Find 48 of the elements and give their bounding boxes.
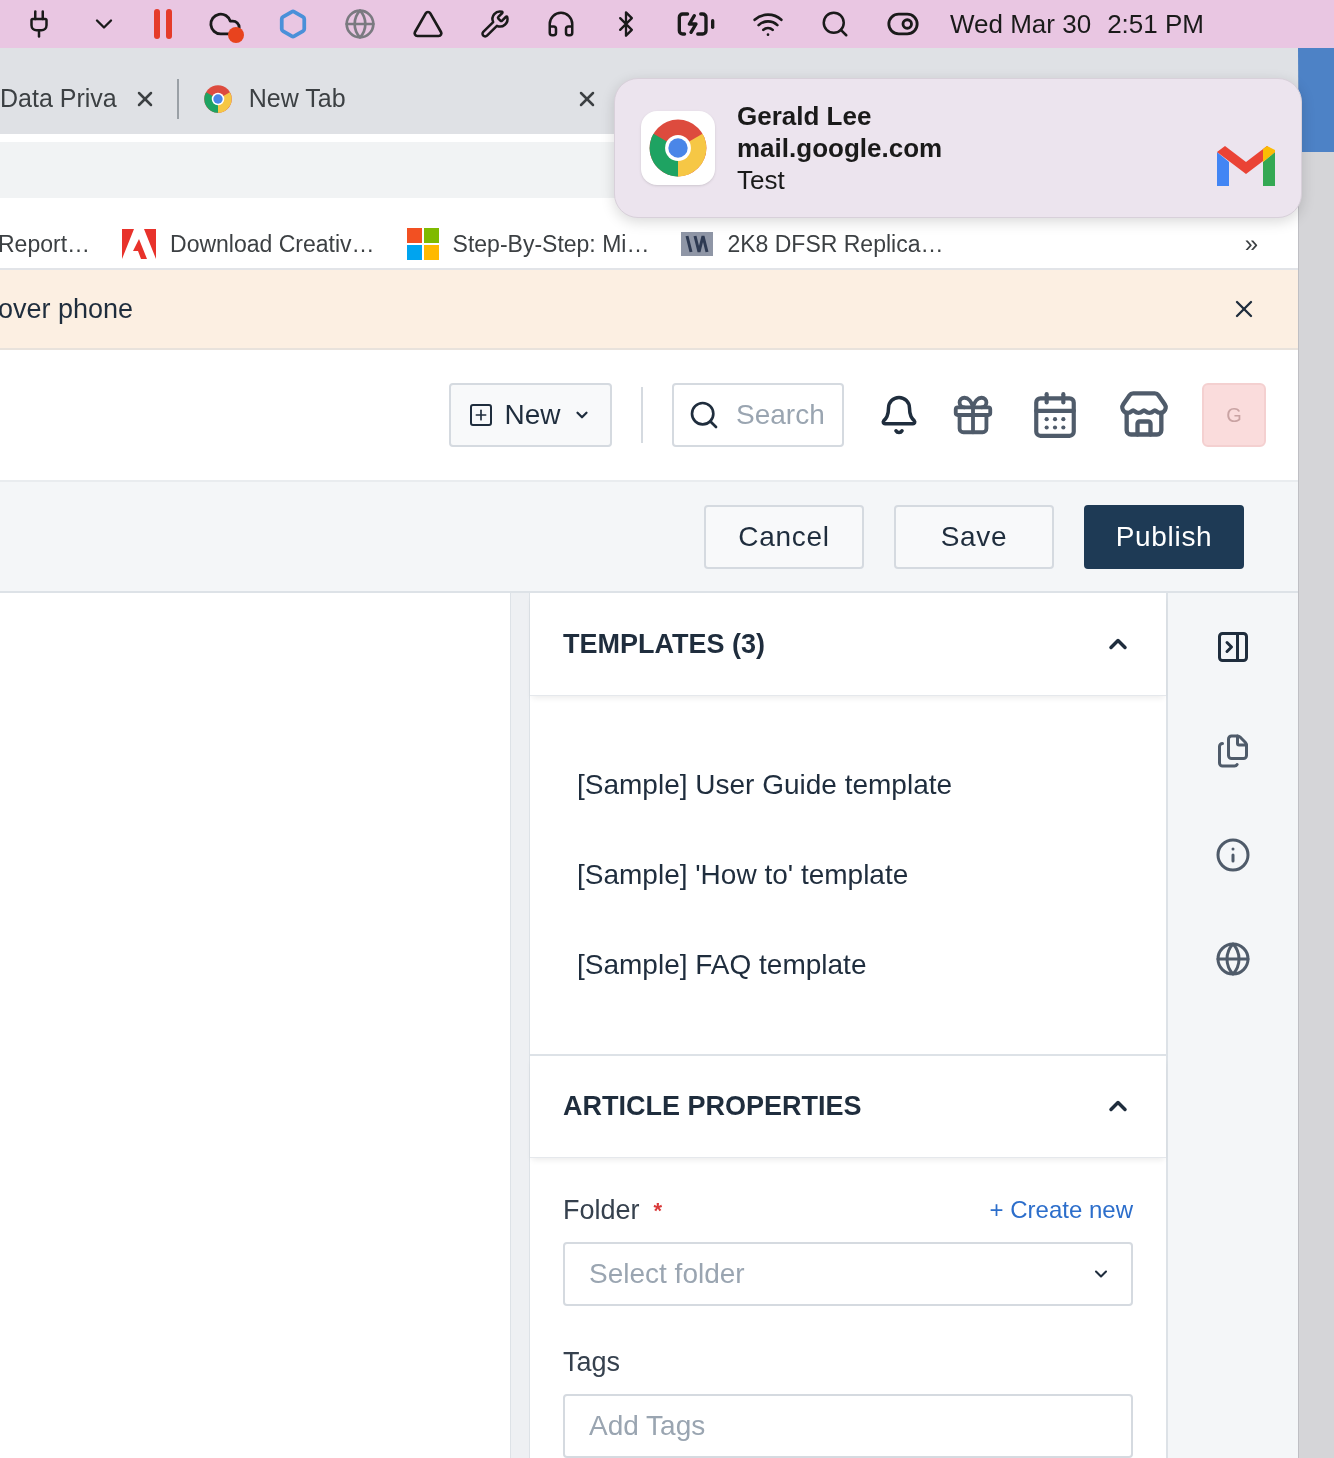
collapse-panel-icon[interactable] — [1215, 629, 1251, 665]
notification-title: Gerald Lee — [737, 100, 873, 132]
section-title: ARTICLE PROPERTIES — [563, 1090, 862, 1123]
section-header[interactable]: ARTICLE PROPERTIES — [530, 1055, 1166, 1158]
globe-icon[interactable] — [344, 8, 376, 40]
required-mark: * — [653, 1196, 663, 1225]
headphones-icon[interactable] — [546, 9, 576, 39]
publish-button[interactable]: Publish — [1084, 504, 1244, 569]
field-label: Tags — [563, 1345, 621, 1379]
search-icon — [688, 399, 720, 431]
new-button[interactable]: New — [449, 383, 612, 447]
search-field[interactable]: Search — [672, 383, 844, 447]
chrome-icon — [202, 84, 233, 114]
wrench-icon[interactable] — [480, 9, 510, 39]
pause-icon[interactable] — [154, 9, 172, 39]
browser-tab[interactable]: Data Priva — [0, 67, 177, 131]
search-icon[interactable] — [820, 9, 850, 39]
bookmark[interactable]: Step-By-Step: Mi… — [406, 226, 650, 262]
create-new-link[interactable]: + Create new — [989, 1192, 1133, 1228]
tags-field[interactable]: Add Tags — [563, 1394, 1133, 1458]
adobe-icon — [122, 229, 157, 259]
bookmark[interactable]: 2K8 DFSR Replica… — [681, 226, 944, 262]
bookmark[interactable]: Report… — [0, 226, 91, 262]
banner-text: over phone — [0, 292, 134, 326]
template-item[interactable]: [Sample] User Guide template — [577, 739, 1166, 830]
bookmark[interactable]: Download Creativ… — [122, 226, 375, 262]
bookmarks-overflow-button[interactable]: » — [1244, 226, 1258, 262]
browser-tab[interactable]: New Tab — [178, 67, 609, 131]
notification[interactable]: Gerald Lee mail.google.com Test — [614, 78, 1302, 218]
field-label: Folder — [563, 1193, 640, 1227]
globe-icon[interactable] — [1215, 941, 1251, 977]
notification-source: mail.google.com — [737, 132, 944, 164]
windows-icon — [406, 228, 439, 260]
favicon-icon — [681, 232, 714, 256]
template-item[interactable]: [Sample] FAQ template — [577, 919, 1166, 1010]
info-icon[interactable] — [1215, 837, 1251, 873]
menu-bar-time[interactable]: 2:51 PM — [1107, 4, 1204, 44]
menu-bar-date[interactable]: Wed Mar 30 — [950, 4, 1092, 44]
action-button[interactable]: Save — [894, 504, 1054, 569]
plus-square-icon — [470, 404, 493, 426]
section-header[interactable]: TEMPLATES (3) — [530, 593, 1166, 696]
documents-icon[interactable] — [1215, 733, 1251, 769]
chrome-logo-icon — [647, 117, 709, 179]
section-title: TEMPLATES (3) — [563, 627, 765, 661]
triangle-icon[interactable] — [412, 8, 444, 40]
template-item[interactable]: [Sample] 'How to' template — [577, 829, 1166, 920]
action-button[interactable]: Cancel — [704, 504, 864, 569]
notification-body: Test — [737, 164, 786, 196]
